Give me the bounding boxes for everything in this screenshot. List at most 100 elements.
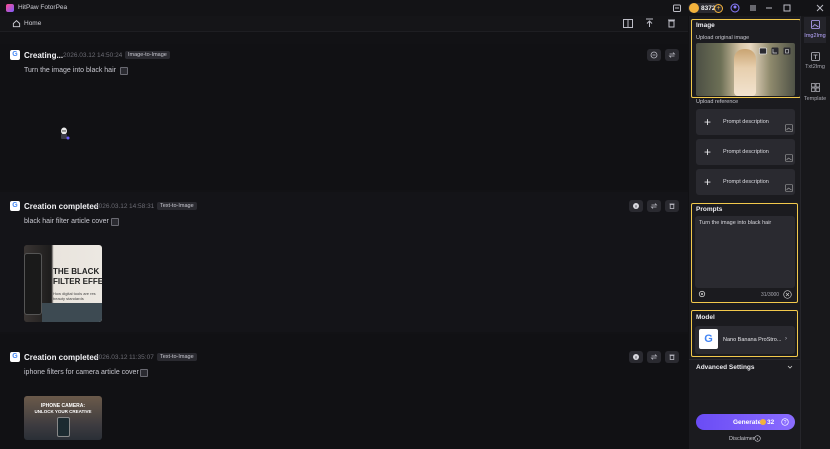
thumb-headline-2: UNLOCK YOUR CREATIVE <box>34 409 92 414</box>
add-reference-icon[interactable]: + <box>704 146 711 158</box>
upload-reference-label: Upload reference <box>696 99 739 105</box>
creation-card <box>0 44 688 190</box>
regenerate-button[interactable] <box>647 351 661 363</box>
cancel-button[interactable] <box>647 49 661 61</box>
thumb-photo-strip <box>42 303 102 322</box>
crop-image-icon[interactable] <box>771 47 779 55</box>
rail-label-template[interactable]: Template <box>802 96 828 102</box>
settings-icon[interactable] <box>748 3 758 13</box>
thumb-caption-2: beauty standards <box>53 296 84 301</box>
reference-gallery-icon[interactable] <box>785 184 793 192</box>
home-bar <box>0 16 688 32</box>
add-reference-icon[interactable]: + <box>704 116 711 128</box>
creation-time: 14:50:24 <box>97 52 123 59</box>
char-count: 31/3000 <box>761 292 780 298</box>
reference-slot-label: Prompt description <box>723 119 769 125</box>
replace-image-icon[interactable] <box>759 47 767 55</box>
upload-original-label: Upload original image <box>696 35 750 41</box>
gift-icon[interactable] <box>672 3 682 13</box>
maximize-icon[interactable] <box>782 3 792 13</box>
rail-label-txt2img[interactable]: Txt2Img <box>802 64 828 70</box>
creation-date: 2026.03.12 <box>63 52 96 59</box>
model-name: Nano Banana ProStro... <box>723 337 782 343</box>
add-credits-icon[interactable]: + <box>714 3 723 13</box>
clear-prompt-icon[interactable] <box>783 290 792 299</box>
creation-time: 14:58:31 <box>129 203 155 210</box>
loading-mascot <box>57 126 71 141</box>
export-icon[interactable] <box>645 18 654 28</box>
svg-text:?: ? <box>784 420 787 426</box>
chevron-right-icon: › <box>785 336 787 342</box>
home-icon[interactable] <box>12 19 21 28</box>
home-link[interactable]: Home <box>24 20 41 27</box>
delete-all-icon[interactable] <box>667 18 676 28</box>
template-icon[interactable] <box>811 83 820 92</box>
type-tag: Image-to-Image <box>125 51 170 59</box>
reference-slot-label: Prompt description <box>723 179 769 185</box>
thumb-headline-2: FILTER EFFE <box>53 277 102 286</box>
img2img-icon <box>811 20 820 29</box>
copy-prompt-icon[interactable] <box>111 218 119 226</box>
info-button[interactable] <box>629 351 643 363</box>
creation-date: 2026.03.12 <box>95 354 128 361</box>
txt2img-icon[interactable] <box>811 52 820 61</box>
image-section-title: Image <box>696 22 715 29</box>
reference-gallery-icon[interactable] <box>785 154 793 162</box>
copy-prompt-icon[interactable] <box>120 67 128 75</box>
help-icon[interactable]: ? <box>781 418 789 426</box>
google-logo-icon: G <box>699 329 718 349</box>
delete-button[interactable] <box>665 200 679 212</box>
regenerate-button[interactable] <box>665 49 679 61</box>
close-icon[interactable] <box>815 3 825 13</box>
portrait-figure <box>734 49 756 96</box>
divider <box>689 359 800 360</box>
rail-label-img2img: Img2Img <box>804 33 826 39</box>
info-icon <box>754 435 761 442</box>
prompt-textarea[interactable]: Turn the image into black hair <box>695 216 795 288</box>
chevron-down-icon[interactable] <box>787 364 793 370</box>
phone-mockup <box>24 253 42 315</box>
prompt-text: Turn the image into black hair <box>699 220 772 226</box>
result-thumbnail[interactable]: IPHONE CAMERA: UNLOCK YOUR CREATIVE <box>24 396 102 440</box>
creation-prompt: black hair filter article cover <box>24 218 109 225</box>
info-button[interactable] <box>629 200 643 212</box>
phone-mockup <box>57 417 70 437</box>
type-tag: Text-to-Image <box>157 353 197 361</box>
app-title: HitPaw FotorPea <box>18 4 68 11</box>
creation-card <box>0 192 688 332</box>
copy-prompt-icon[interactable] <box>140 369 148 377</box>
creation-prompt: iphone filters for camera article cover <box>24 369 139 376</box>
reference-slot-label: Prompt description <box>723 149 769 155</box>
coin-icon <box>689 3 699 13</box>
disclaimer-link[interactable]: Disclaimer <box>729 436 755 442</box>
generate-label: Generate <box>733 419 762 426</box>
google-model-icon: G <box>10 50 20 60</box>
coin-icon <box>760 419 766 425</box>
add-reference-icon[interactable]: + <box>704 176 711 188</box>
remove-image-icon[interactable] <box>783 47 791 55</box>
model-section-title: Model <box>696 314 715 321</box>
prompt-settings-icon[interactable] <box>698 290 706 298</box>
generate-cost: 32 <box>767 419 775 426</box>
creation-time: 11:35:07 <box>129 354 154 361</box>
original-image-preview[interactable] <box>696 43 795 96</box>
result-thumbnail[interactable]: THE BLACK H FILTER EFFE How digital tool… <box>24 245 102 322</box>
thumb-headline-1: THE BLACK H <box>53 267 102 276</box>
delete-button[interactable] <box>665 351 679 363</box>
app-logo <box>6 4 14 12</box>
creation-status: Creation completed <box>24 202 99 211</box>
compare-icon[interactable] <box>623 19 633 28</box>
tool-rail <box>800 16 830 449</box>
regenerate-button[interactable] <box>647 200 661 212</box>
creation-card <box>0 334 688 449</box>
advanced-settings-toggle[interactable]: Advanced Settings <box>696 364 755 371</box>
prompts-section-title: Prompts <box>696 206 723 213</box>
minimize-icon[interactable] <box>764 3 774 13</box>
avatar-icon[interactable] <box>730 3 740 13</box>
reference-gallery-icon[interactable] <box>785 124 793 132</box>
google-model-icon: G <box>10 352 20 362</box>
creation-date: 2026.03.12 <box>95 203 128 210</box>
type-tag: Text-to-Image <box>157 202 197 210</box>
creation-status: Creating... <box>24 51 64 60</box>
creation-status: Creation completed <box>24 353 99 362</box>
